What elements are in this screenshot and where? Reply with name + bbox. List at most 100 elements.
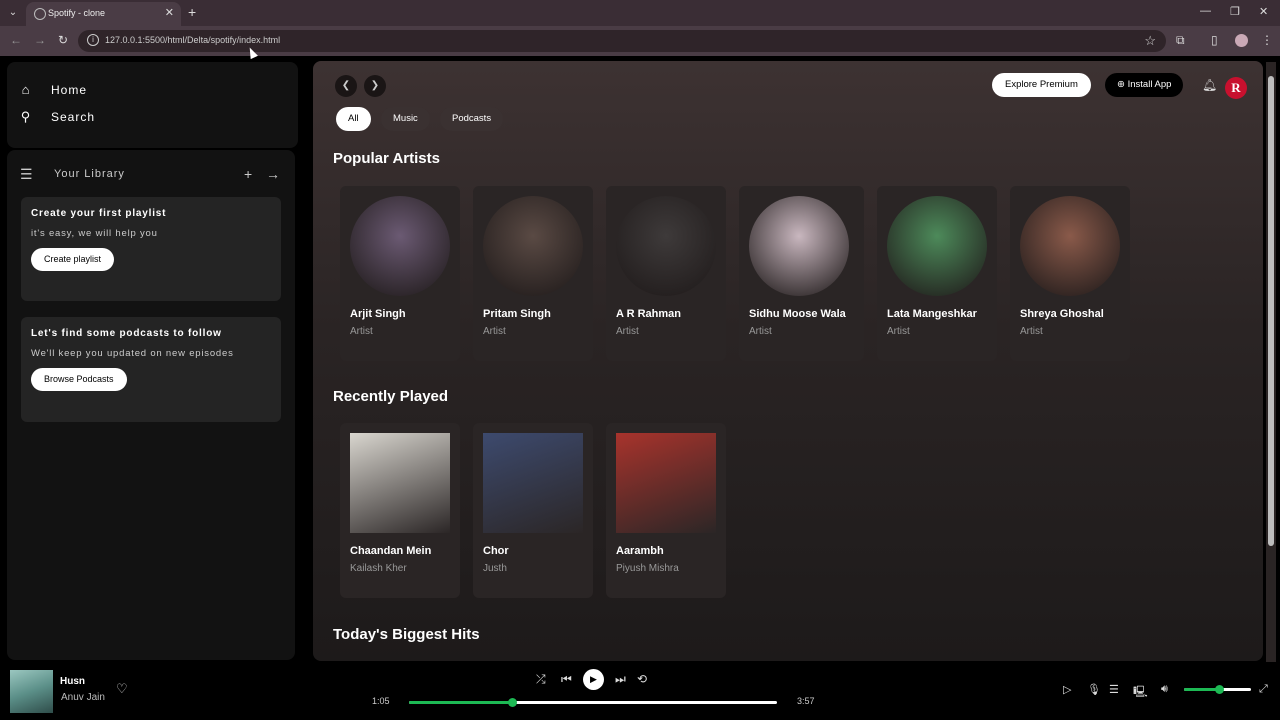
forward-icon[interactable]: → — [34, 33, 46, 47]
tab-search-icon[interactable]: ⌄ — [4, 4, 22, 22]
library-icon[interactable]: ☰ — [20, 166, 33, 183]
card-title: Create your first playlist — [31, 208, 167, 219]
album-card[interactable]: Aarambh Piyush Mishra — [606, 423, 726, 598]
main-content: ❮ ❯ All Music Podcasts Explore Premium ⊕… — [313, 61, 1263, 661]
back-icon[interactable]: ← — [10, 33, 22, 47]
volume-handle[interactable] — [1214, 685, 1224, 694]
close-icon[interactable]: ✕ — [165, 6, 174, 19]
artist-type: Artist — [350, 326, 373, 337]
url-text[interactable]: 127.0.0.1:5500/html/Delta/spotify/index.… — [105, 35, 280, 45]
chip-podcasts[interactable]: Podcasts — [440, 107, 504, 131]
sidebar-item-search[interactable]: ⚲ Search — [19, 109, 95, 125]
section-title-recently-played[interactable]: Recently Played — [333, 388, 448, 405]
album-title: Chaandan Mein — [350, 545, 432, 557]
album-title: Chor — [483, 545, 509, 557]
duration-time: 3:57 — [797, 696, 815, 706]
bell-icon[interactable]: 🔔︎ — [1202, 78, 1217, 92]
artist-card[interactable]: Sidhu Moose Wala Artist — [739, 186, 864, 361]
album-card[interactable]: Chaandan Mein Kailash Kher — [340, 423, 460, 598]
browse-podcasts-button[interactable]: Browse Podcasts — [31, 368, 127, 391]
devices-icon[interactable]: 🖳︎ — [1133, 683, 1148, 702]
artist-name: Shreya Ghoshal — [1020, 308, 1104, 320]
reload-icon[interactable]: ↻ — [58, 33, 68, 47]
heart-icon[interactable]: ♡ — [116, 681, 128, 697]
forward-arrow-button[interactable]: ❯ — [364, 75, 386, 97]
restore-icon[interactable]: ❐ — [1230, 5, 1240, 18]
fullscreen-icon[interactable]: ⤢ — [1259, 683, 1268, 696]
artist-photo — [1020, 196, 1120, 296]
plus-icon[interactable]: + — [244, 166, 252, 182]
library-title[interactable]: Your Library — [54, 168, 125, 180]
artist-name: Lata Mangeshkar — [887, 308, 977, 320]
next-icon[interactable]: ⏭︎ — [615, 672, 626, 687]
now-playing-artist[interactable]: Anuv Jain — [61, 692, 105, 703]
install-app-button[interactable]: ⊕ Install App — [1105, 73, 1184, 97]
arrow-right-icon[interactable]: → — [266, 166, 280, 182]
volume-icon[interactable]: 🔊︎ — [1161, 683, 1168, 696]
player-bar: Husn Anuv Jain ♡ ⤮ ⏮︎ ▶ ⏭︎ ⟲ 1:05 3:57 ▷… — [0, 664, 1280, 720]
new-tab-icon[interactable]: + — [188, 4, 196, 20]
repeat-icon[interactable]: ⟲ — [637, 672, 647, 686]
play-button[interactable]: ▶ — [583, 669, 604, 690]
progress-handle[interactable] — [508, 698, 518, 707]
now-playing-title[interactable]: Husn — [60, 676, 85, 687]
album-cover — [350, 433, 450, 533]
artist-photo — [749, 196, 849, 296]
create-playlist-button[interactable]: Create playlist — [31, 248, 115, 271]
browser-tab[interactable]: Spotify - clone ✕ — [26, 2, 181, 26]
album-title: Aarambh — [616, 545, 664, 557]
extensions-icon[interactable]: ⧉ — [1176, 33, 1185, 48]
search-icon: ⚲ — [20, 109, 32, 124]
sidebar-nav: ⌂ Home ⚲ Search — [7, 62, 298, 148]
bookmark-star-icon[interactable]: ☆ — [1144, 33, 1156, 49]
album-cover — [483, 433, 583, 533]
sidebar-item-home[interactable]: ⌂ Home — [19, 82, 87, 97]
side-panel-icon[interactable]: ▯ — [1211, 33, 1218, 47]
album-card[interactable]: Chor Justh — [473, 423, 593, 598]
section-title-popular-artists[interactable]: Popular Artists — [333, 150, 440, 167]
browser-tabbar: ⌄ Spotify - clone ✕ + — ❐ ✕ — [0, 0, 1280, 26]
album-artist: Kailash Kher — [350, 563, 407, 574]
back-arrow-button[interactable]: ❮ — [335, 75, 357, 97]
home-icon: ⌂ — [21, 82, 31, 97]
artist-type: Artist — [887, 326, 910, 337]
elapsed-time: 1:05 — [372, 696, 390, 706]
now-playing-cover[interactable] — [10, 670, 53, 713]
volume-slider[interactable] — [1184, 685, 1251, 694]
sidebar-item-label: Home — [51, 82, 88, 97]
scrollbar[interactable] — [1266, 62, 1276, 662]
artist-type: Artist — [483, 326, 506, 337]
chip-music[interactable]: Music — [381, 107, 430, 131]
explore-premium-button[interactable]: Explore Premium — [992, 73, 1091, 97]
sidebar-item-label: Search — [51, 110, 96, 124]
progress-bar[interactable] — [409, 698, 777, 707]
section-title-todays-hits[interactable]: Today's Biggest Hits — [333, 626, 480, 643]
previous-icon[interactable]: ⏮︎ — [561, 672, 572, 687]
artist-card[interactable]: Arjit Singh Artist — [340, 186, 460, 361]
avatar[interactable]: R — [1225, 77, 1247, 99]
window-close-icon[interactable]: ✕ — [1259, 5, 1268, 18]
browser-toolbar: ← → ↻ i 127.0.0.1:5500/html/Delta/spotif… — [0, 26, 1280, 56]
card-subtitle: We'll keep you updated on new episodes — [31, 348, 234, 359]
profile-icon[interactable] — [1235, 34, 1248, 47]
microphone-icon[interactable]: 🎙︎ — [1087, 683, 1101, 696]
shuffle-icon[interactable]: ⤮ — [536, 672, 546, 687]
now-playing-view-icon[interactable]: ▷ — [1063, 683, 1071, 696]
info-icon[interactable]: i — [87, 34, 99, 46]
artist-card[interactable]: Lata Mangeshkar Artist — [877, 186, 997, 361]
minimize-icon[interactable]: — — [1200, 5, 1211, 17]
scrollbar-thumb[interactable] — [1268, 76, 1274, 546]
download-icon: ⊕ — [1117, 79, 1125, 90]
podcasts-card: Let's find some podcasts to follow We'll… — [21, 317, 281, 422]
spotify-page: ⌂ Home ⚲ Search ☰ Your Library + → Creat… — [0, 56, 1280, 720]
address-bar[interactable]: i 127.0.0.1:5500/html/Delta/spotify/inde… — [78, 30, 1166, 52]
artist-photo — [887, 196, 987, 296]
chip-all[interactable]: All — [336, 107, 371, 131]
artist-name: Sidhu Moose Wala — [749, 308, 846, 320]
artist-card[interactable]: Shreya Ghoshal Artist — [1010, 186, 1130, 361]
artist-card[interactable]: Pritam Singh Artist — [473, 186, 593, 361]
queue-icon[interactable]: ☰ — [1109, 683, 1119, 696]
tab-title: Spotify - clone — [48, 8, 106, 18]
menu-dots-icon[interactable]: ⋮ — [1261, 33, 1273, 47]
artist-card[interactable]: A R Rahman Artist — [606, 186, 726, 361]
